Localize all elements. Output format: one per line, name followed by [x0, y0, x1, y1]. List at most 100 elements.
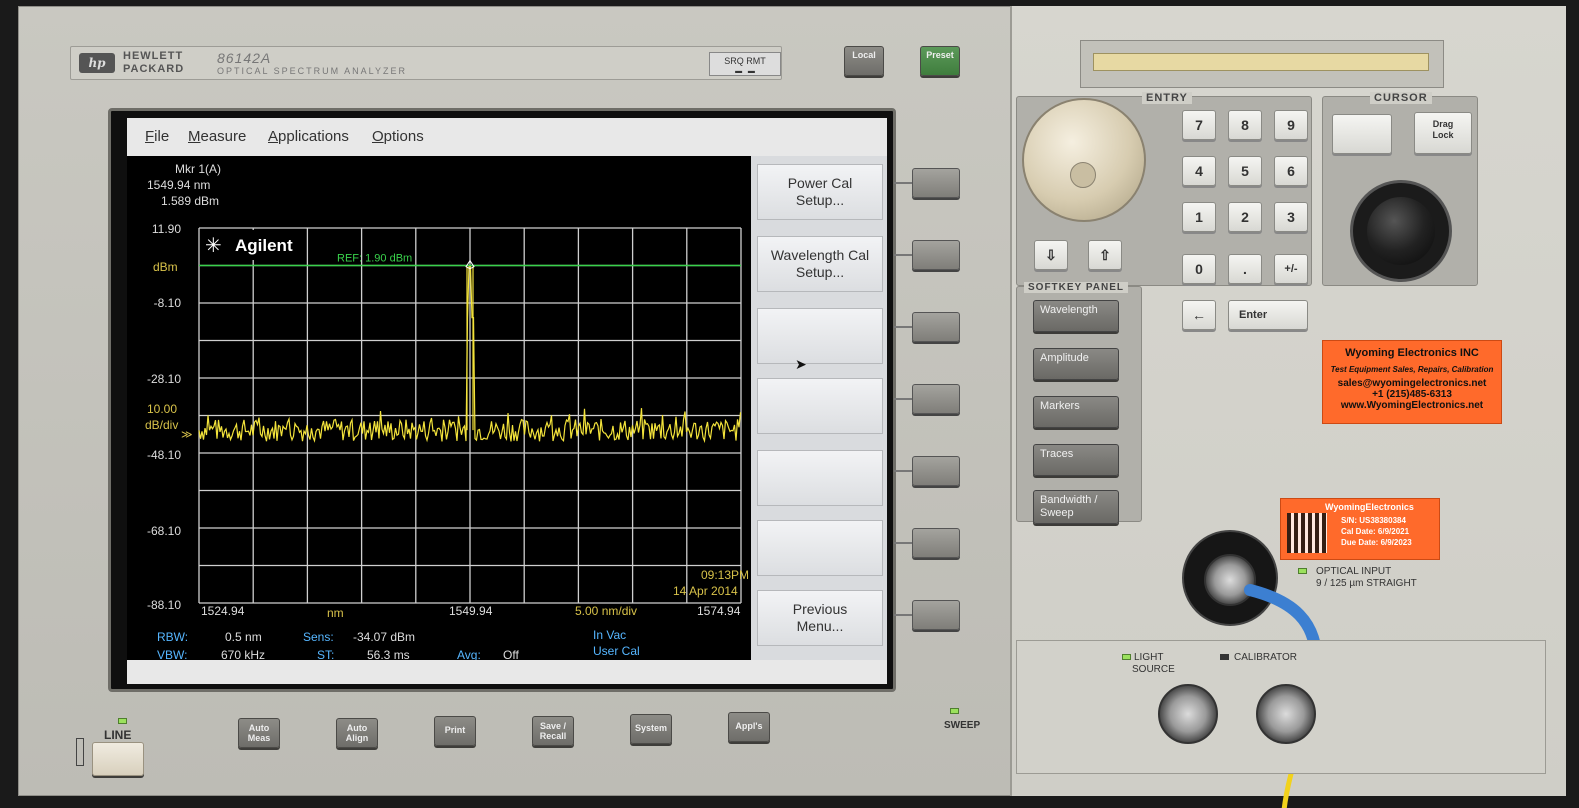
softkey-blank-5[interactable]	[757, 450, 883, 506]
brand-line-2: PACKARD	[123, 63, 185, 75]
menu-options[interactable]: Options	[372, 128, 424, 145]
key-6[interactable]: 6	[1274, 156, 1308, 186]
button-label: Align	[345, 732, 369, 743]
light-source-connector[interactable]	[1158, 684, 1218, 744]
softkey-blank-6[interactable]	[757, 520, 883, 576]
sticker2-cal: Cal Date: 6/9/2021	[1341, 527, 1410, 536]
in-vac-label: In Vac	[593, 628, 627, 642]
system-button[interactable]: System	[630, 714, 672, 744]
wavelength-button[interactable]: Wavelength	[1033, 300, 1119, 332]
button-label: Bandwidth /	[1040, 494, 1098, 506]
softkey-label: Wavelength Cal	[770, 247, 870, 263]
auto-align-button[interactable]: Auto Align	[336, 718, 378, 748]
softkey-connector-line	[894, 182, 912, 184]
softkey-menu: Power Cal Setup... Wavelength Cal Setup.…	[751, 156, 887, 660]
softkey-panel-label: SOFTKEY PANEL	[1024, 282, 1128, 293]
sticker-website: www.WyomingElectronics.net	[1340, 400, 1484, 411]
sens-value: -34.07 dBm	[353, 630, 416, 644]
key-9[interactable]: 9	[1274, 110, 1308, 140]
physical-softkey-7[interactable]	[912, 600, 960, 630]
menu-applications[interactable]: Applications	[268, 128, 349, 145]
sticker2-sn: S/N: US38380384	[1341, 516, 1406, 525]
key-1[interactable]: 1	[1182, 202, 1216, 232]
print-button[interactable]: Print	[434, 716, 476, 746]
brand-badge: hp HEWLETT PACKARD 86142A OPTICAL SPECTR…	[70, 46, 782, 80]
traces-button[interactable]: Traces	[1033, 444, 1119, 476]
line-label: LINE	[104, 728, 132, 742]
backspace-key[interactable]: ←	[1182, 300, 1216, 330]
key-plus-minus[interactable]: +/-	[1274, 254, 1308, 284]
physical-softkey-3[interactable]	[912, 312, 960, 342]
calibration-sticker: WyomingElectronics S/N: US38380384 Cal D…	[1280, 498, 1440, 560]
local-button[interactable]: Local	[844, 46, 884, 76]
entry-label: ENTRY	[1142, 92, 1192, 104]
calibrator-connector[interactable]	[1256, 684, 1316, 744]
physical-softkey-1[interactable]	[912, 168, 960, 198]
preset-button[interactable]: Preset	[920, 46, 960, 76]
line-led	[118, 718, 127, 724]
auto-meas-button[interactable]: Auto Meas	[238, 718, 280, 748]
key-decimal[interactable]: .	[1228, 254, 1262, 284]
light-source-label-1: LIGHT	[1134, 652, 1164, 663]
trackball[interactable]	[1367, 197, 1435, 265]
softkey-previous-menu[interactable]: Previous Menu...	[757, 590, 883, 646]
sens-label: Sens:	[303, 630, 334, 644]
power-switch-indicator	[76, 738, 84, 766]
physical-softkey-6[interactable]	[912, 528, 960, 558]
instrument-subtitle: OPTICAL SPECTRUM ANALYZER	[217, 66, 408, 76]
softkey-label: Setup...	[795, 264, 845, 280]
x-unit-label: nm	[327, 606, 344, 620]
agilent-logo-text: Agilent	[235, 236, 293, 255]
x-start-label: 1524.94	[201, 604, 245, 618]
softkey-power-cal-setup[interactable]: Power Cal Setup...	[757, 164, 883, 220]
step-down-key[interactable]: ⇩	[1034, 240, 1068, 270]
softkey-label: Setup...	[795, 192, 845, 208]
markers-button[interactable]: Markers	[1033, 396, 1119, 428]
key-4[interactable]: 4	[1182, 156, 1216, 186]
key-8[interactable]: 8	[1228, 110, 1262, 140]
optical-input-spec: 9 / 125 µm STRAIGHT	[1316, 578, 1417, 589]
optical-input-label: OPTICAL INPUT	[1316, 566, 1392, 577]
key-3[interactable]: 3	[1274, 202, 1308, 232]
line-power-button[interactable]	[92, 742, 144, 776]
qr-code-icon	[1287, 513, 1327, 553]
bandwidth-sweep-button[interactable]: Bandwidth / Sweep	[1033, 490, 1119, 524]
photo-frame: hp HEWLETT PACKARD 86142A OPTICAL SPECTR…	[0, 0, 1579, 808]
drag-lock-key[interactable]: Drag Lock	[1414, 112, 1472, 154]
key-5[interactable]: 5	[1228, 156, 1262, 186]
menu-measure[interactable]: Measure	[188, 128, 246, 145]
display-screen: File Measure Applications Options Mkr 1(…	[127, 118, 887, 684]
menu-file[interactable]: File	[145, 128, 169, 145]
floppy-slot[interactable]	[1093, 53, 1429, 71]
cursor-select-key[interactable]	[1332, 114, 1392, 154]
softkey-connector-line	[894, 398, 912, 400]
softkey-wavelength-cal-setup[interactable]: Wavelength Cal Setup...	[757, 236, 883, 292]
enter-key[interactable]: Enter	[1228, 300, 1308, 330]
x-center-label: 1549.94	[449, 604, 493, 618]
softkey-label: Previous	[792, 601, 848, 617]
appls-button[interactable]: Appl's	[728, 712, 770, 742]
softkey-blank-3[interactable]	[757, 308, 883, 364]
key-label: Drag	[1432, 119, 1454, 129]
rbw-value: 0.5 nm	[225, 630, 262, 644]
softkey-connector-line	[894, 542, 912, 544]
physical-softkey-5[interactable]	[912, 456, 960, 486]
key-0[interactable]: 0	[1182, 254, 1216, 284]
physical-softkey-4[interactable]	[912, 384, 960, 414]
sweep-led	[950, 708, 959, 714]
amplitude-button[interactable]: Amplitude	[1033, 348, 1119, 380]
rotary-knob[interactable]	[1022, 98, 1146, 222]
save-recall-button[interactable]: Save / Recall	[532, 716, 574, 746]
user-cal-label: User Cal	[593, 644, 640, 658]
physical-softkey-2[interactable]	[912, 240, 960, 270]
plot-area: Mkr 1(A) 1549.94 nm 1.589 dBm 11.90 dBm …	[127, 156, 751, 662]
step-up-key[interactable]: ⇧	[1088, 240, 1122, 270]
light-source-led	[1122, 654, 1131, 660]
key-2[interactable]: 2	[1228, 202, 1262, 232]
hp-logo: hp	[79, 53, 115, 73]
reference-level-label: REF: 1.90 dBm	[337, 253, 412, 265]
button-label: Meas	[247, 732, 271, 743]
key-7[interactable]: 7	[1182, 110, 1216, 140]
sweep-label: SWEEP	[944, 720, 981, 731]
softkey-blank-4[interactable]	[757, 378, 883, 434]
